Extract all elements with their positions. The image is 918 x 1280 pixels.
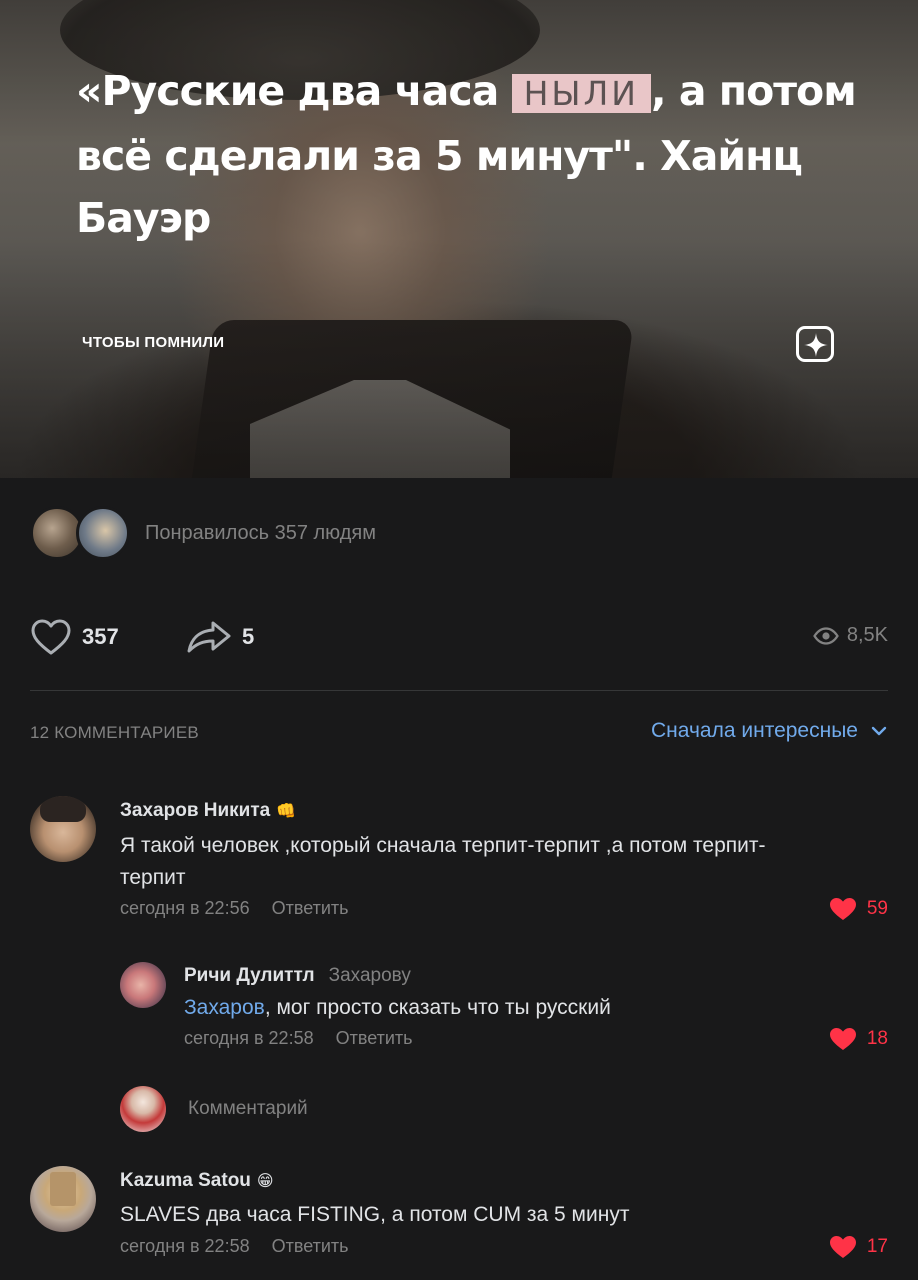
like-button[interactable]: 357 — [30, 618, 119, 656]
heart-filled-icon — [829, 898, 856, 920]
comments-count: 12 КОММЕНТАРИЕВ — [30, 723, 199, 742]
grin-emoji: 😁 — [256, 1173, 274, 1190]
sort-label: Сначала интересные — [651, 719, 858, 742]
views-counter: 8,5K — [813, 624, 888, 647]
reply-button[interactable]: Ответить — [272, 1236, 349, 1256]
headline-part-1: «Русские два часа — [76, 67, 512, 115]
reply-button[interactable]: Ответить — [272, 898, 349, 918]
avatar — [76, 506, 130, 560]
eye-icon — [813, 626, 839, 645]
zen-star-icon — [796, 326, 834, 362]
comment-meta: сегодня в 22:58 Ответить — [120, 1236, 349, 1257]
views-count: 8,5K — [846, 624, 888, 646]
avatar[interactable] — [120, 962, 166, 1008]
heart-filled-icon — [829, 1028, 856, 1050]
comment-author[interactable]: Ричи Дулиттл Захарову — [184, 965, 411, 987]
channel-label: ЧТОБЫ ПОМНИЛИ — [82, 334, 225, 351]
author-name: Kazuma Satou — [120, 1170, 251, 1191]
comment-meta: сегодня в 22:56 Ответить — [120, 898, 349, 919]
reply-button[interactable]: Ответить — [336, 1028, 413, 1048]
comment-input[interactable]: Комментарий — [188, 1098, 308, 1120]
comment-author[interactable]: Захаров Никита 👊 — [120, 800, 296, 822]
divider — [30, 690, 888, 691]
comment-like-button[interactable]: 17 — [829, 1235, 888, 1259]
reply-compose[interactable]: Комментарий — [120, 1086, 308, 1132]
share-count: 5 — [242, 624, 255, 649]
mention-link[interactable]: Захаров — [184, 996, 265, 1019]
comment-like-button[interactable]: 18 — [829, 1027, 888, 1051]
comment-like-button[interactable]: 59 — [829, 897, 888, 921]
share-arrow-icon — [187, 621, 231, 653]
comment-body: , мог просто сказать что ты русский — [264, 996, 611, 1019]
liked-avatars[interactable] — [30, 506, 130, 560]
comment-author[interactable]: Kazuma Satou 😁 — [120, 1170, 274, 1192]
post-image[interactable]: «Русские два часа НЫЛИ, а потом всё сдел… — [0, 0, 918, 478]
sort-dropdown[interactable]: Сначала интересные — [651, 719, 888, 743]
avatar[interactable] — [30, 1166, 96, 1232]
comment-like-count: 18 — [866, 1028, 888, 1049]
share-button[interactable]: 5 — [186, 620, 254, 654]
comment-text: Захаров, мог просто сказать что ты русск… — [184, 992, 804, 1024]
comment-time: сегодня в 22:58 — [120, 1236, 250, 1256]
comment-meta: сегодня в 22:58 Ответить — [184, 1028, 413, 1049]
chevron-down-icon — [871, 726, 887, 736]
heart-filled-icon — [829, 1236, 856, 1258]
headline-highlight: НЫЛИ — [511, 74, 651, 113]
comment-time: сегодня в 22:56 — [120, 898, 250, 918]
comment-text: SLAVES два часа FISTING, а потом CUM за … — [120, 1203, 630, 1226]
reply-to: Захарову — [328, 965, 411, 986]
fist-emoji: 👊 — [276, 803, 297, 820]
liked-by-text[interactable]: Понравилось 357 людям — [145, 522, 376, 545]
avatar — [120, 1086, 166, 1132]
avatar[interactable] — [30, 796, 96, 862]
heart-outline-icon — [31, 619, 71, 655]
author-name: Ричи Дулиттл — [184, 965, 315, 986]
comment-text: Я такой человек ,который сначала терпит-… — [120, 834, 766, 889]
comment-like-count: 17 — [866, 1236, 888, 1257]
comment-time: сегодня в 22:58 — [184, 1028, 314, 1048]
like-count: 357 — [82, 624, 119, 649]
post-headline: «Русские два часа НЫЛИ, а потом всё сдел… — [76, 60, 876, 249]
comment-like-count: 59 — [866, 898, 888, 919]
author-name: Захаров Никита — [120, 800, 271, 821]
